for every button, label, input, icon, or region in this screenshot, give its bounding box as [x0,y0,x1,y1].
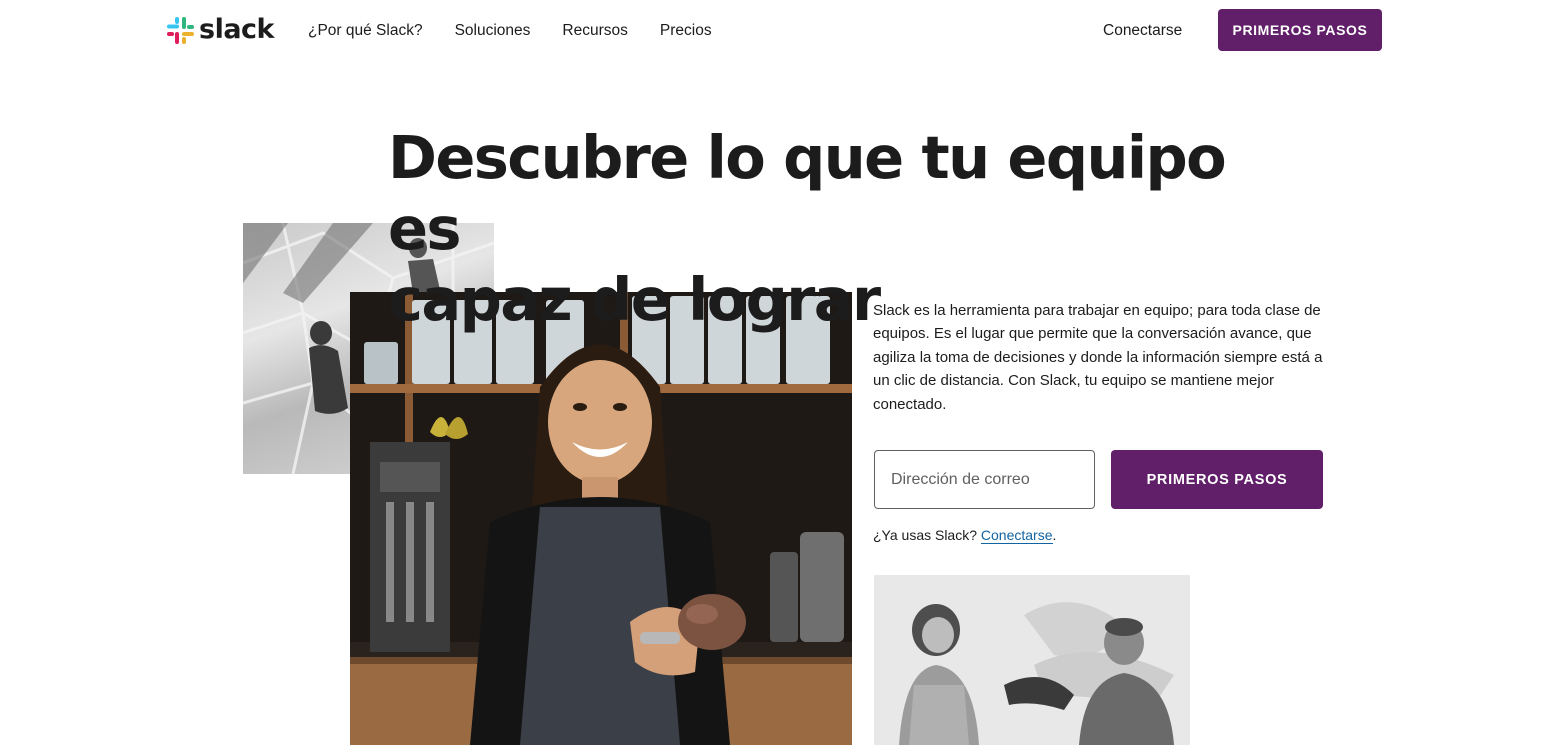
nav-link-why-slack[interactable]: ¿Por qué Slack? [308,20,423,42]
hero-headline-line1: Descubre lo que tu equipo es [388,123,1227,263]
hero-headline: Descubre lo que tu equipo es capaz de lo… [388,122,1288,335]
already-using-text: ¿Ya usas Slack? Conectarse. [873,525,1056,545]
nav-link-solutions[interactable]: Soluciones [455,20,531,42]
nav-link-pricing[interactable]: Precios [660,20,712,42]
top-navigation: slack ¿Por qué Slack? Soluciones Recurso… [0,0,1566,62]
slack-hash-icon [167,16,194,44]
hero-photo-main [350,292,852,745]
main-nav: ¿Por qué Slack? Soluciones Recursos Prec… [308,20,744,42]
already-using-prefix: ¿Ya usas Slack? [873,527,981,543]
logo-wordmark: slack [199,14,275,45]
already-signin-link[interactable]: Conectarse [980,527,1053,544]
hero-headline-line2: capaz de lograr [388,265,881,334]
already-using-suffix: . [1052,527,1057,543]
hero-get-started-button[interactable]: PRIMEROS PASOS [1111,450,1323,509]
email-input[interactable] [874,450,1095,509]
hero-photo-colleagues [874,575,1190,745]
nav-link-resources[interactable]: Recursos [562,20,627,42]
header-get-started-button[interactable]: PRIMEROS PASOS [1218,9,1382,51]
signin-link[interactable]: Conectarse [1103,20,1182,42]
slack-logo[interactable]: slack [167,14,275,46]
